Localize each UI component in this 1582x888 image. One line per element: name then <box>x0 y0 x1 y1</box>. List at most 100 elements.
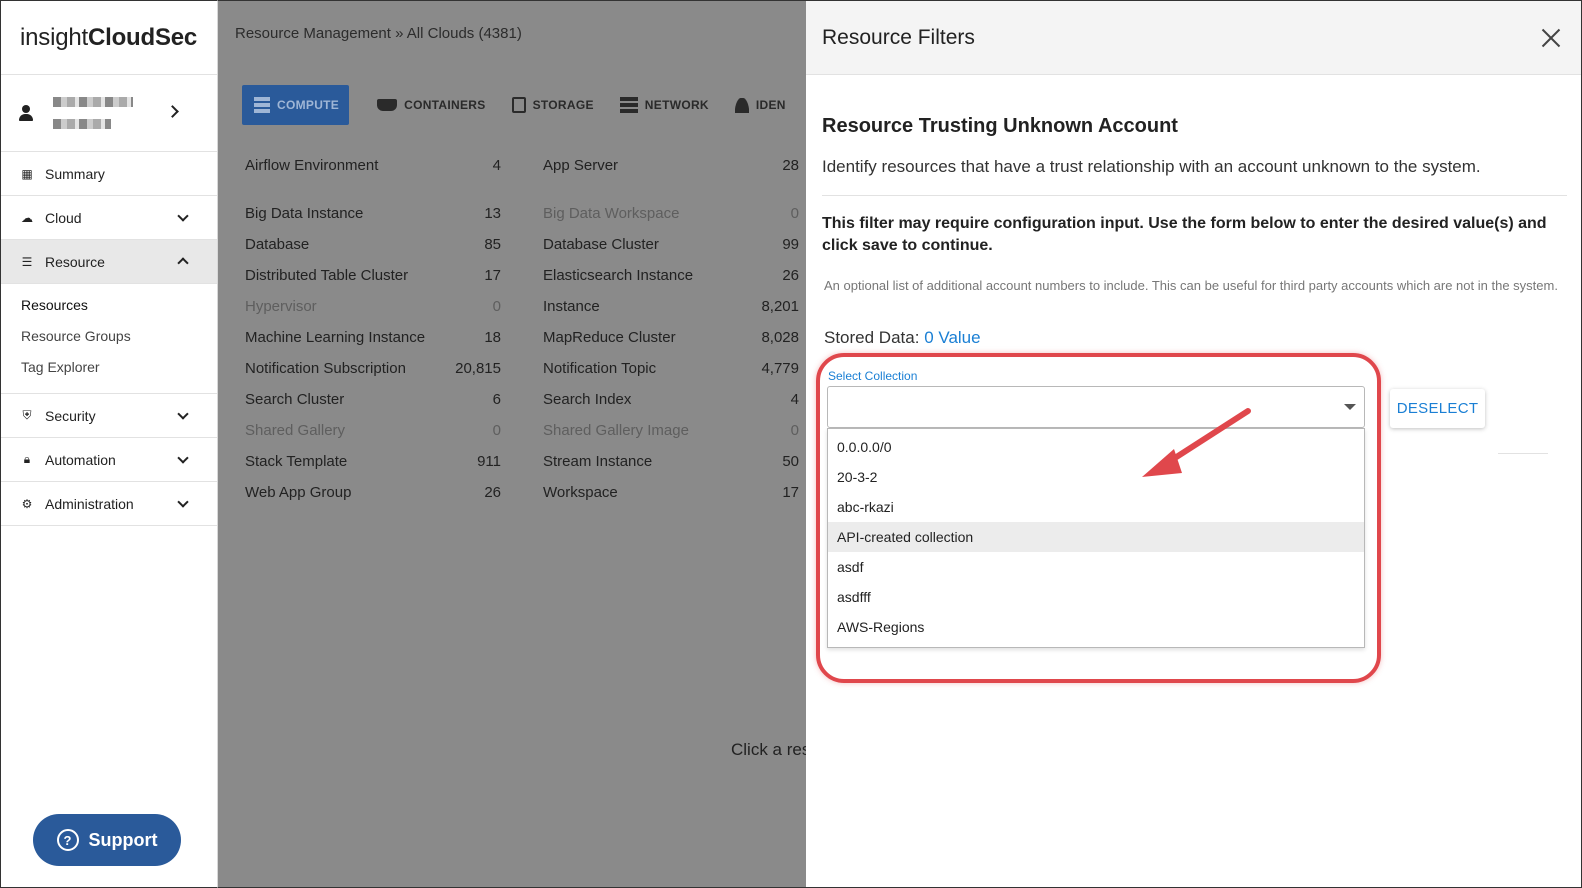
tab-storage[interactable]: STORAGE <box>511 97 594 113</box>
support-button[interactable]: ? Support <box>33 814 181 866</box>
breadcrumb[interactable]: Resource Management » All Clouds (4381) <box>235 25 522 42</box>
cloud-icon: ☁ <box>21 210 33 225</box>
list-item[interactable]: Notification Topic 4,779 <box>543 353 799 384</box>
resource-count: 99 <box>782 236 799 253</box>
support-label: Support <box>88 829 158 850</box>
list-item[interactable]: Big Data Workspace 0 <box>543 198 799 229</box>
divider <box>822 195 1567 196</box>
filter-title: Resource Trusting Unknown Account <box>822 115 1178 137</box>
list-item[interactable]: Search Index 4 <box>543 384 799 415</box>
list-item[interactable]: Search Cluster 6 <box>245 384 501 415</box>
resource-count: 4 <box>492 157 501 174</box>
resource-name: Search Index <box>543 391 632 408</box>
tab-identity[interactable]: IDEN <box>734 97 786 113</box>
list-item[interactable]: Notification Subscription 20,815 <box>245 353 501 384</box>
resource-name: Stream Instance <box>543 453 653 470</box>
tab-label: IDEN <box>755 98 786 112</box>
tab-network[interactable]: NETWORK <box>619 97 709 113</box>
resource-count: 28 <box>782 157 799 174</box>
resource-count: 17 <box>484 267 501 284</box>
brand-logo[interactable]: insight CloudSec <box>1 1 217 75</box>
server-icon <box>254 97 270 113</box>
list-item[interactable]: Airflow Environment 4 <box>245 150 501 181</box>
sidebar-item-resource[interactable]: ☰ Resource <box>1 240 217 284</box>
shield-icon: ⛨ <box>22 408 32 422</box>
sidebar-item-label: Security <box>45 407 96 424</box>
list-item[interactable]: MapReduce Cluster 8,028 <box>543 322 799 353</box>
sidebar-subitem-resources[interactable]: Resources <box>1 290 217 321</box>
sidebar-item-administration[interactable]: ⚙ Administration <box>1 482 217 526</box>
sidebar-item-label: Administration <box>45 495 134 512</box>
dropdown-option[interactable]: 0.0.0.0/0 <box>828 432 1364 462</box>
user-menu[interactable] <box>1 75 217 152</box>
resource-submenu: Resources Resource Groups Tag Explorer <box>1 284 217 394</box>
resource-name: MapReduce Cluster <box>543 329 676 346</box>
resource-name: Search Cluster <box>245 391 345 408</box>
disk-icon <box>511 97 526 113</box>
list-item[interactable]: Database Cluster 99 <box>543 229 799 260</box>
resource-count: 4 <box>790 391 799 408</box>
resource-count: 0 <box>492 298 501 315</box>
list-item[interactable]: Shared Gallery 0 <box>245 415 501 446</box>
collection-dropdown: 0.0.0.0/0 20-3-2 abc-rkazi API-created c… <box>827 428 1365 648</box>
caret-down-icon <box>1344 404 1356 410</box>
resource-name: Hypervisor <box>245 298 317 315</box>
resource-name: Big Data Workspace <box>543 205 680 222</box>
dropdown-option[interactable]: AWS-Regions <box>828 612 1364 642</box>
resource-name: Distributed Table Cluster <box>245 267 409 284</box>
sidebar-item-summary[interactable]: ▦ Summary <box>1 152 217 196</box>
dropdown-option[interactable]: abc-rkazi <box>828 492 1364 522</box>
list-item[interactable]: Machine Learning Instance 18 <box>245 322 501 353</box>
resource-count: 911 <box>477 453 501 470</box>
resource-filters-panel: Resource Filters Resource Trusting Unkno… <box>806 0 1582 888</box>
list-item[interactable]: Database 85 <box>245 229 501 260</box>
chevron-down-icon <box>177 452 189 464</box>
sidebar: insight CloudSec ▦ Summary ☁ Cloud ☰ Reso… <box>0 0 218 888</box>
sidebar-item-security[interactable]: ⛨ Security <box>1 394 217 438</box>
list-item[interactable]: Hypervisor 0 <box>245 291 501 322</box>
list-item[interactable]: Web App Group 26 <box>245 477 501 508</box>
chevron-right-icon[interactable] <box>166 105 179 118</box>
resource-name: Notification Topic <box>543 360 657 377</box>
filter-description: Identify resources that have a trust rel… <box>822 157 1481 176</box>
filter-help-text: An optional list of additional account n… <box>824 278 1558 293</box>
resource-count: 0 <box>790 205 799 222</box>
resource-count: 17 <box>782 484 799 501</box>
dropdown-option[interactable]: asdf <box>828 552 1364 582</box>
list-item[interactable]: Shared Gallery Image 0 <box>543 415 799 446</box>
list-item[interactable]: Workspace 17 <box>543 477 799 508</box>
dropdown-option-highlighted[interactable]: API-created collection <box>828 522 1364 552</box>
resource-name: App Server <box>543 157 619 174</box>
close-icon[interactable] <box>1541 28 1561 48</box>
deselect-button[interactable]: DESELECT <box>1390 389 1485 428</box>
tab-containers[interactable]: CONTAINERS <box>377 98 485 112</box>
list-item[interactable]: Big Data Instance 13 <box>245 198 501 229</box>
resource-count: 26 <box>484 484 501 501</box>
tab-label: CONTAINERS <box>404 98 486 112</box>
panel-title: Resource Filters <box>822 25 975 49</box>
stored-data: Stored Data: 0 Value <box>824 328 981 348</box>
resource-count: 50 <box>782 453 799 470</box>
dropdown-option[interactable]: 20-3-2 <box>828 462 1364 492</box>
sidebar-item-cloud[interactable]: ☁ Cloud <box>1 196 217 240</box>
dropdown-option[interactable]: asdfff <box>828 582 1364 612</box>
resource-count: 18 <box>484 329 501 346</box>
stored-data-value[interactable]: 0 Value <box>924 328 980 347</box>
tab-compute[interactable]: COMPUTE <box>242 85 350 125</box>
list-item[interactable]: Instance 8,201 <box>543 291 799 322</box>
list-item[interactable]: Distributed Table Cluster 17 <box>245 260 501 291</box>
lock-icon: 🔒︎ <box>23 452 31 466</box>
sidebar-item-automation[interactable]: 🔒︎ Automation <box>1 438 217 482</box>
list-item[interactable]: Stream Instance 50 <box>543 446 799 477</box>
list-item[interactable]: Elasticsearch Instance 26 <box>543 260 799 291</box>
list-item[interactable]: App Server 28 <box>543 150 799 181</box>
list-item[interactable]: Stack Template 911 <box>245 446 501 477</box>
collection-select[interactable] <box>827 386 1365 428</box>
resource-column-right: App Server 28 Big Data Workspace 0 Databas… <box>543 150 799 508</box>
sidebar-subitem-resource-groups[interactable]: Resource Groups <box>1 321 217 352</box>
person-icon <box>734 97 749 113</box>
resource-name: Shared Gallery Image <box>543 422 689 439</box>
sidebar-subitem-tag-explorer[interactable]: Tag Explorer <box>1 352 217 383</box>
resource-name: Airflow Environment <box>245 157 379 174</box>
tab-label: COMPUTE <box>277 98 340 112</box>
